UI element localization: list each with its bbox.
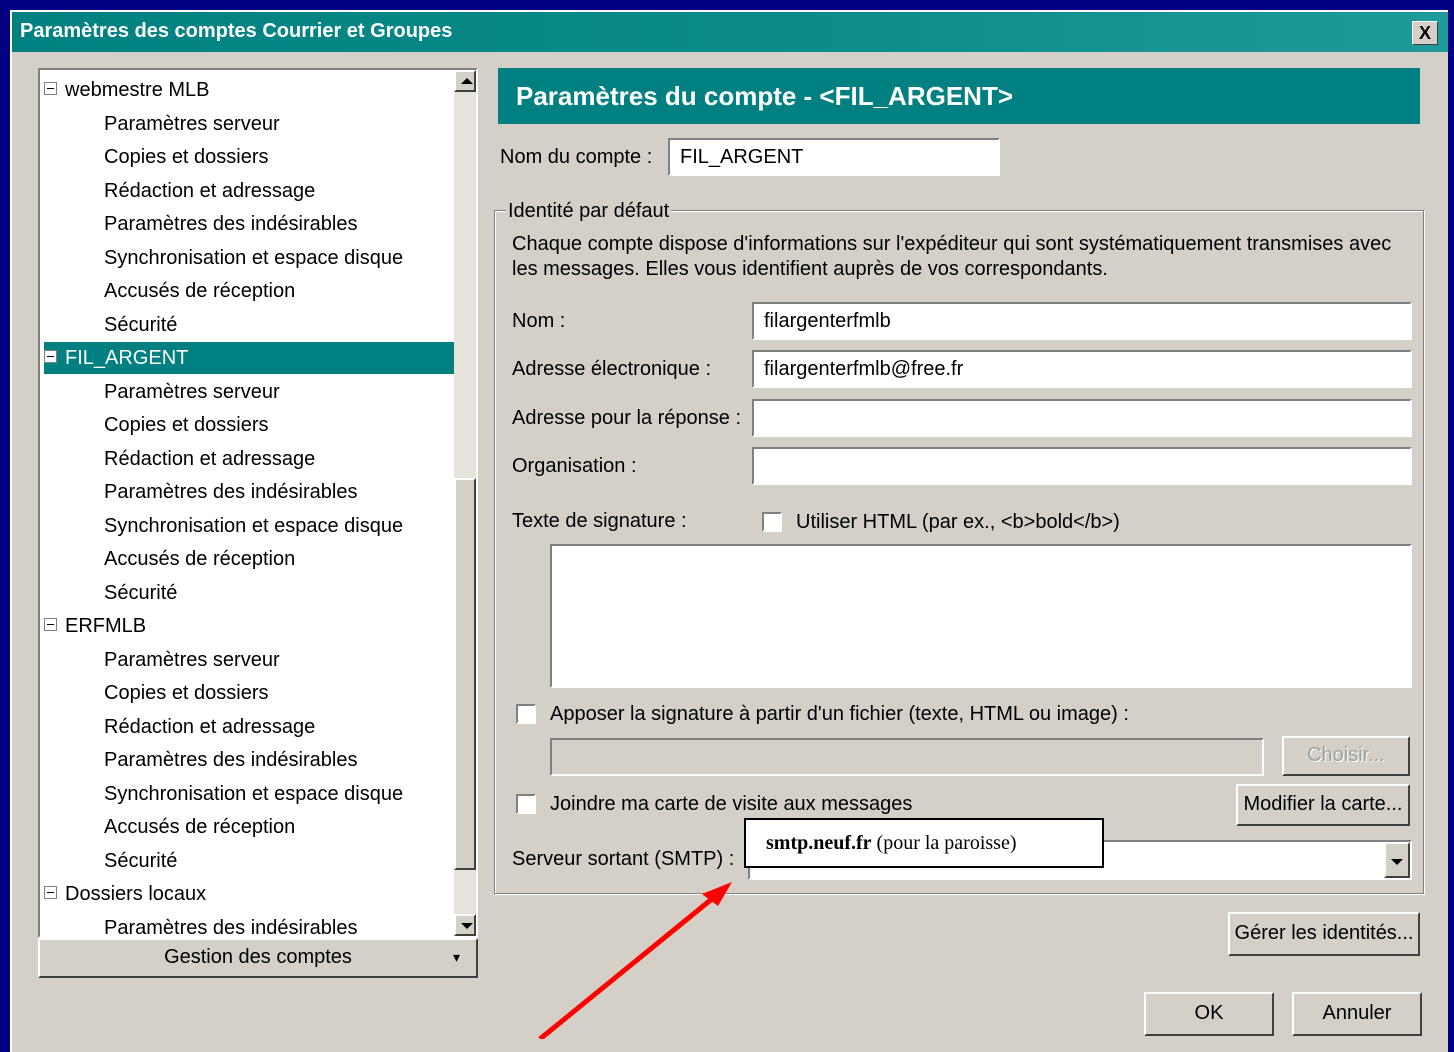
annotation-arrow-line bbox=[538, 892, 720, 1039]
annotation-arrow-layer bbox=[538, 882, 732, 1039]
